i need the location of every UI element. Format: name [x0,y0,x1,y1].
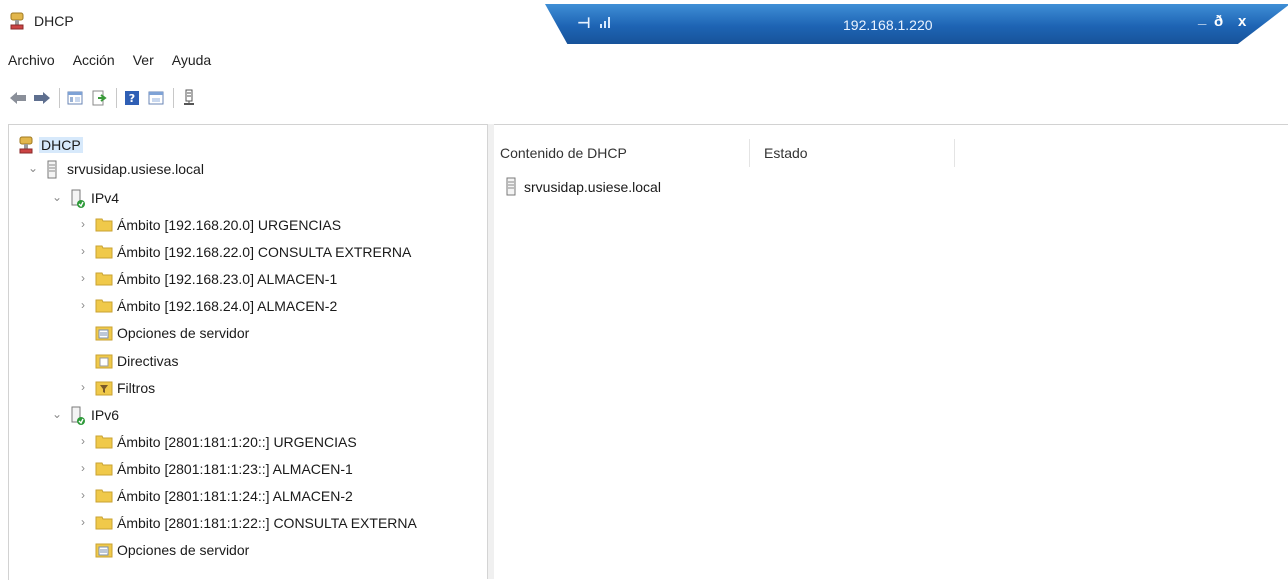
tree-item[interactable]: › Ámbito [192.168.23.0] ALMACEN-1 [9,267,479,291]
menu-ver[interactable]: Ver [125,50,164,74]
tree-item[interactable]: ⌄ IPv4 [9,186,479,210]
toolbar-separator [173,88,174,108]
tree-item-label: Ámbito [192.168.23.0] ALMACEN-1 [117,271,338,287]
dhcp-icon [17,136,35,154]
chevron-right-icon[interactable]: › [77,488,89,502]
chevron-down-icon[interactable]: ⌄ [51,190,63,204]
connection-ip: 192.168.1.220 [843,17,933,33]
tree-item-label: Opciones de servidor [117,325,250,341]
folder-icon [95,460,113,478]
tree-item-label: Ámbito [192.168.22.0] CONSULTA EXTRERNA [117,244,412,260]
tree-item-label: IPv6 [91,407,120,423]
folder-icon [95,487,113,505]
toolbar-separator [116,88,117,108]
tree-item[interactable]: › Filtros [9,376,479,400]
folder-icon [95,243,113,261]
window-title: DHCP [34,13,74,29]
pin-icon[interactable]: ⊣ [577,14,591,32]
tree-item[interactable]: › Ámbito [192.168.20.0] URGENCIAS [9,213,479,237]
tree-item-label: Opciones de servidor [117,542,250,558]
column-header-contenido[interactable]: Contenido de DHCP [500,145,627,161]
tree-item[interactable]: › Ámbito [192.168.22.0] CONSULTA EXTRERNA [9,240,479,264]
back-icon[interactable] [8,88,28,108]
folder-icon [95,297,113,315]
tree-item[interactable]: › Ámbito [2801:181:1:22::] CONSULTA EXTER… [9,511,479,535]
menu-accion[interactable]: Acción [65,50,125,74]
tree-item[interactable]: › Ámbito [2801:181:1:20::] URGENCIAS [9,430,479,454]
tree-item[interactable]: › Ámbito [2801:181:1:23::] ALMACEN-1 [9,457,479,481]
signal-icon [599,15,613,29]
results-pane[interactable]: Contenido de DHCP Estado srvusidap.usies… [494,124,1288,580]
menu-archivo[interactable]: Archivo [0,50,65,74]
folder-icon [95,216,113,234]
remote-desktop-bar: ⊣ 192.168.1.220 _ ð x [545,4,1288,44]
menu-ayuda[interactable]: Ayuda [164,50,221,74]
tree-item-label: Filtros [117,380,156,396]
ipv4-icon [69,189,87,208]
tree-item[interactable]: › Ámbito [2801:181:1:24::] ALMACEN-2 [9,484,479,508]
tree-item[interactable]: › Ámbito [192.168.24.0] ALMACEN-2 [9,294,479,318]
server-icon[interactable] [179,88,199,108]
folder-icon [95,433,113,451]
console-tree[interactable]: DHCP ⌄ srvusidap.usiese.local ⌄ IPv4 › Ámbito … [8,124,487,580]
list-item-name: srvusidap.usiese.local [524,179,661,195]
close-button[interactable]: x [1238,13,1246,30]
dhcp-icon [8,12,26,30]
chevron-right-icon[interactable]: › [77,515,89,529]
forward-icon[interactable] [32,88,52,108]
ipv6-icon [69,406,87,425]
chevron-right-icon[interactable]: › [77,244,89,258]
svg-text:?: ? [129,92,135,105]
folder-icon [95,270,113,288]
tree-item-label: srvusidap.usiese.local [67,161,204,177]
title-bar: DHCP ⊣ 192.168.1.220 _ ð x [0,0,1288,44]
chevron-right-icon[interactable]: › [77,461,89,475]
tree-item[interactable]: ⌄ srvusidap.usiese.local [9,157,479,181]
chevron-down-icon[interactable]: ⌄ [27,161,39,175]
chevron-right-icon[interactable]: › [77,434,89,448]
menu-bar: Archivo Acción Ver Ayuda [0,50,221,74]
tree-item[interactable]: ⌄ IPv6 [9,403,479,427]
tree-item[interactable]: DHCP [9,133,479,157]
toolbar: ? [8,84,203,112]
server-icon [45,160,63,179]
chevron-right-icon[interactable]: › [77,217,89,231]
properties-icon[interactable] [146,88,166,108]
tree-item-label: Ámbito [2801:181:1:20::] URGENCIAS [117,434,357,450]
chevron-right-icon[interactable]: › [77,298,89,312]
toolbar-separator [59,88,60,108]
help-icon[interactable]: ? [122,88,142,108]
restore-button[interactable]: ð [1214,13,1223,30]
tree-item-label: Ámbito [2801:181:1:23::] ALMACEN-1 [117,461,353,477]
tree-item[interactable]: Opciones de servidor [9,321,479,345]
chevron-right-icon[interactable]: › [77,271,89,285]
tree-item-label: Ámbito [192.168.20.0] URGENCIAS [117,217,342,233]
tree-item-label: Ámbito [192.168.24.0] ALMACEN-2 [117,298,338,314]
policies-icon [95,352,113,370]
server-icon [504,177,522,196]
tree-item[interactable]: Opciones de servidor [9,538,479,562]
server-options-icon [95,541,113,559]
column-header-estado[interactable]: Estado [764,145,808,161]
export-list-icon[interactable] [89,88,109,108]
tree-item-label: Ámbito [2801:181:1:24::] ALMACEN-2 [117,488,353,504]
tree-item-label: IPv4 [91,190,120,206]
filter-icon [95,379,113,397]
folder-icon [95,514,113,532]
server-options-icon [95,324,113,342]
show-tree-icon[interactable] [65,88,85,108]
chevron-right-icon[interactable]: › [77,380,89,394]
tree-item[interactable]: Directivas [9,349,479,373]
tree-item-label: DHCP [39,137,83,153]
tree-item-label: Directivas [117,353,179,369]
tree-item-label: Ámbito [2801:181:1:22::] CONSULTA EXTERN… [117,515,417,531]
minimize-button[interactable]: _ [1198,10,1206,27]
column-separator[interactable] [954,139,955,167]
chevron-down-icon[interactable]: ⌄ [51,407,63,421]
column-separator[interactable] [749,139,750,167]
